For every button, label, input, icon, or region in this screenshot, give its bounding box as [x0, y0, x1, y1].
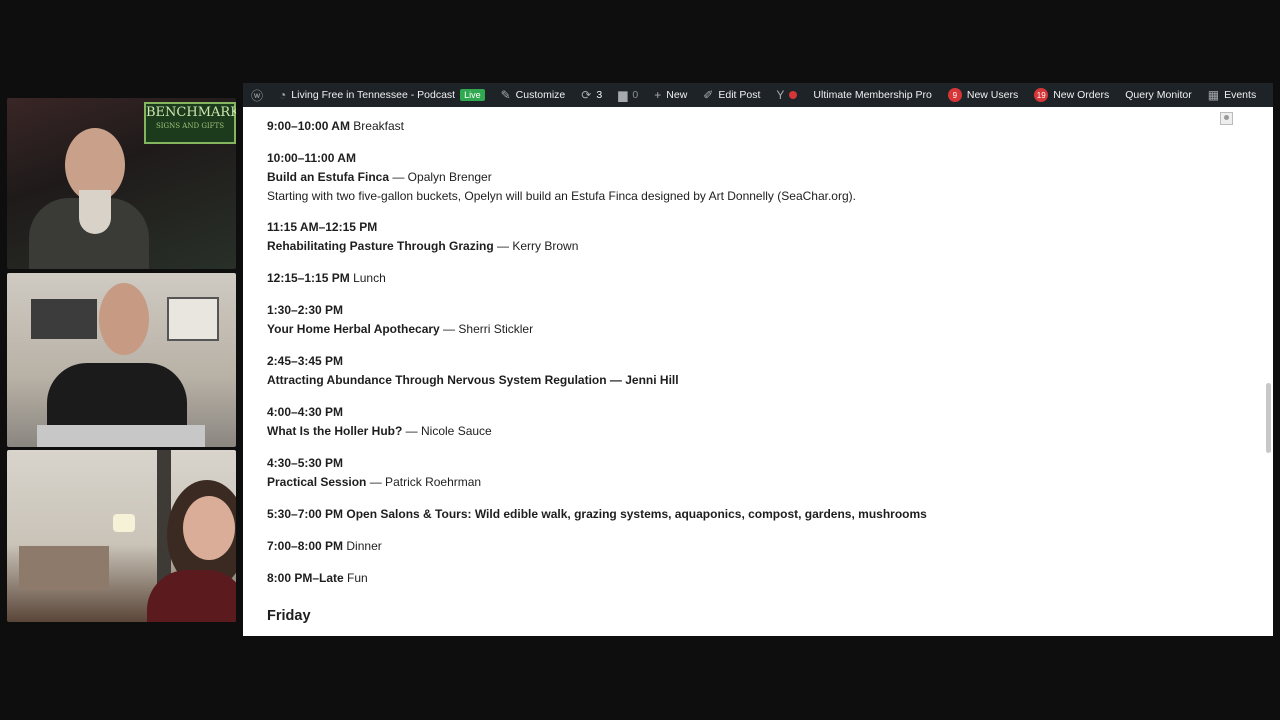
membership-menu[interactable]: Ultimate Membership Pro [805, 83, 939, 107]
wordpress-icon: ⓦ [251, 88, 264, 103]
refresh-icon: ⟳ [581, 88, 592, 102]
comments-link[interactable]: ▆ 0 [610, 83, 646, 107]
session-title: Lunch [353, 271, 386, 285]
schedule-item: 2:45–3:45 PM Attracting Abundance Throug… [267, 352, 1273, 390]
video-tile-cohost [7, 450, 236, 622]
session-time: 4:00–4:30 PM [267, 405, 344, 419]
dashboard-icon: ◔ [279, 88, 287, 102]
new-orders-count: 19 [1034, 88, 1049, 102]
new-users-menu[interactable]: 9 New Users [940, 83, 1026, 107]
session-presenter: — Nicole Sauce [402, 424, 492, 438]
customize-label: Customize [515, 89, 566, 101]
wall-art [167, 297, 219, 341]
schedule-item: 9:00–10:00 AM Breakfast [267, 117, 1273, 136]
session-time: 12:15–1:15 PM [267, 271, 350, 285]
updates-link[interactable]: ⟳ 3 [573, 83, 610, 107]
session-time: 4:30–5:30 PM [267, 456, 344, 470]
updates-count: 3 [596, 89, 603, 101]
session-title: Practical Session [267, 475, 367, 489]
browser-window: ⓦ ◔ Living Free in Tennessee - Podcast L… [243, 83, 1273, 636]
yoast-menu[interactable]: Y [768, 83, 805, 107]
seo-status-dot [789, 91, 798, 99]
session-description: Starting with two five-gallon buckets, O… [267, 189, 856, 203]
yoast-icon: Y [776, 88, 785, 102]
new-orders-label: New Orders [1053, 89, 1110, 101]
new-users-label: New Users [966, 89, 1019, 101]
session-time: 8:00 PM–Late [267, 571, 344, 585]
schedule-item: 5:30–7:00 PM Open Salons & Tours: Wild e… [267, 505, 1273, 524]
live-badge: Live [460, 89, 485, 101]
session-title: Dinner [346, 539, 382, 553]
session-presenter: — Opalyn Brenger [389, 170, 492, 184]
session-presenter: — Kerry Brown [493, 239, 579, 253]
session-title: Fun [347, 571, 368, 585]
pencil-icon: ✐ [703, 88, 714, 102]
lamp [113, 514, 135, 532]
wp-logo-menu[interactable]: ⓦ [243, 83, 271, 107]
plus-icon: + [654, 88, 662, 102]
schedule-item: 7:00–8:00 PM Dinner [267, 537, 1273, 556]
query-monitor-menu[interactable]: Query Monitor [1117, 83, 1200, 107]
session-time: 9:00–10:00 AM [267, 119, 350, 133]
wp-admin-bar: ⓦ ◔ Living Free in Tennessee - Podcast L… [243, 83, 1273, 107]
membership-label: Ultimate Membership Pro [813, 89, 932, 101]
events-label: Events [1224, 89, 1257, 101]
schedule-item: 1:30–2:30 PM Your Home Herbal Apothecary… [267, 301, 1273, 339]
video-tile-host: BENCHMARK SIGNS AND GIFTS [7, 98, 236, 269]
page-scrollbar[interactable] [1266, 383, 1271, 453]
session-title: Rehabilitating Pasture Through Grazing [267, 239, 494, 253]
session-time: 7:00–8:00 PM [267, 539, 344, 553]
schedule-item: 4:30–5:30 PM Practical Session — Patrick… [267, 454, 1273, 492]
comment-icon: ▆ [618, 88, 628, 102]
site-name-menu[interactable]: ◔ Living Free in Tennessee - Podcast Liv… [271, 83, 493, 107]
video-tile-guest [7, 273, 236, 447]
wall-board [31, 299, 97, 339]
schedule-item: 10:00–11:00 AM Build an Estufa Finca — O… [267, 149, 1273, 206]
site-name: Living Free in Tennessee - Podcast [291, 89, 456, 101]
session-time: 1:30–2:30 PM [267, 303, 344, 317]
laptop [37, 425, 205, 447]
schedule-item: 12:15–1:15 PM Lunch [267, 269, 1273, 288]
edit-post-link[interactable]: ✐ Edit Post [695, 83, 768, 107]
edit-post-label: Edit Post [718, 89, 761, 101]
benchmark-sign: BENCHMARK SIGNS AND GIFTS [144, 102, 236, 144]
beard [79, 190, 111, 234]
comments-count: 0 [632, 89, 639, 101]
schedule-content: 9:00–10:00 AM Breakfast 10:00–11:00 AM B… [243, 107, 1273, 624]
schedule-item: 4:00–4:30 PM What Is the Holler Hub? — N… [267, 403, 1273, 441]
session-title: Attracting Abundance Through Nervous Sys… [267, 373, 679, 387]
session-time: 2:45–3:45 PM [267, 354, 344, 368]
schedule-item: 8:00 PM–Late Fun [267, 569, 1273, 588]
session-presenter: — Sherri Stickler [439, 322, 534, 336]
session-time: 11:15 AM–12:15 PM [267, 220, 378, 234]
session-time: 10:00–11:00 AM [267, 151, 356, 165]
schedule-item: 11:15 AM–12:15 PM Rehabilitating Pasture… [267, 218, 1273, 256]
events-menu[interactable]: ▦ Events [1200, 83, 1264, 107]
customize-link[interactable]: ✎ Customize [493, 83, 574, 107]
new-users-count: 9 [947, 88, 962, 102]
sofa [19, 546, 109, 590]
session-title: Build an Estufa Finca [267, 170, 390, 184]
new-label: New [666, 89, 688, 101]
query-monitor-label: Query Monitor [1125, 89, 1192, 101]
participant-head [183, 496, 235, 560]
session-title: Your Home Herbal Apothecary [267, 322, 440, 336]
brush-icon: ✎ [500, 88, 511, 102]
calendar-icon: ▦ [1207, 88, 1220, 102]
session-title: What Is the Holler Hub? [267, 424, 403, 438]
new-content-menu[interactable]: + New [646, 83, 695, 107]
new-orders-menu[interactable]: 19 New Orders [1026, 83, 1117, 107]
session-time: 5:30–7:00 PM Open Salons & Tours: Wild e… [267, 507, 927, 521]
session-title: Breakfast [353, 119, 404, 133]
participant-head [99, 283, 149, 355]
session-presenter: — Patrick Roehrman [366, 475, 482, 489]
day-heading: Friday [267, 608, 311, 624]
